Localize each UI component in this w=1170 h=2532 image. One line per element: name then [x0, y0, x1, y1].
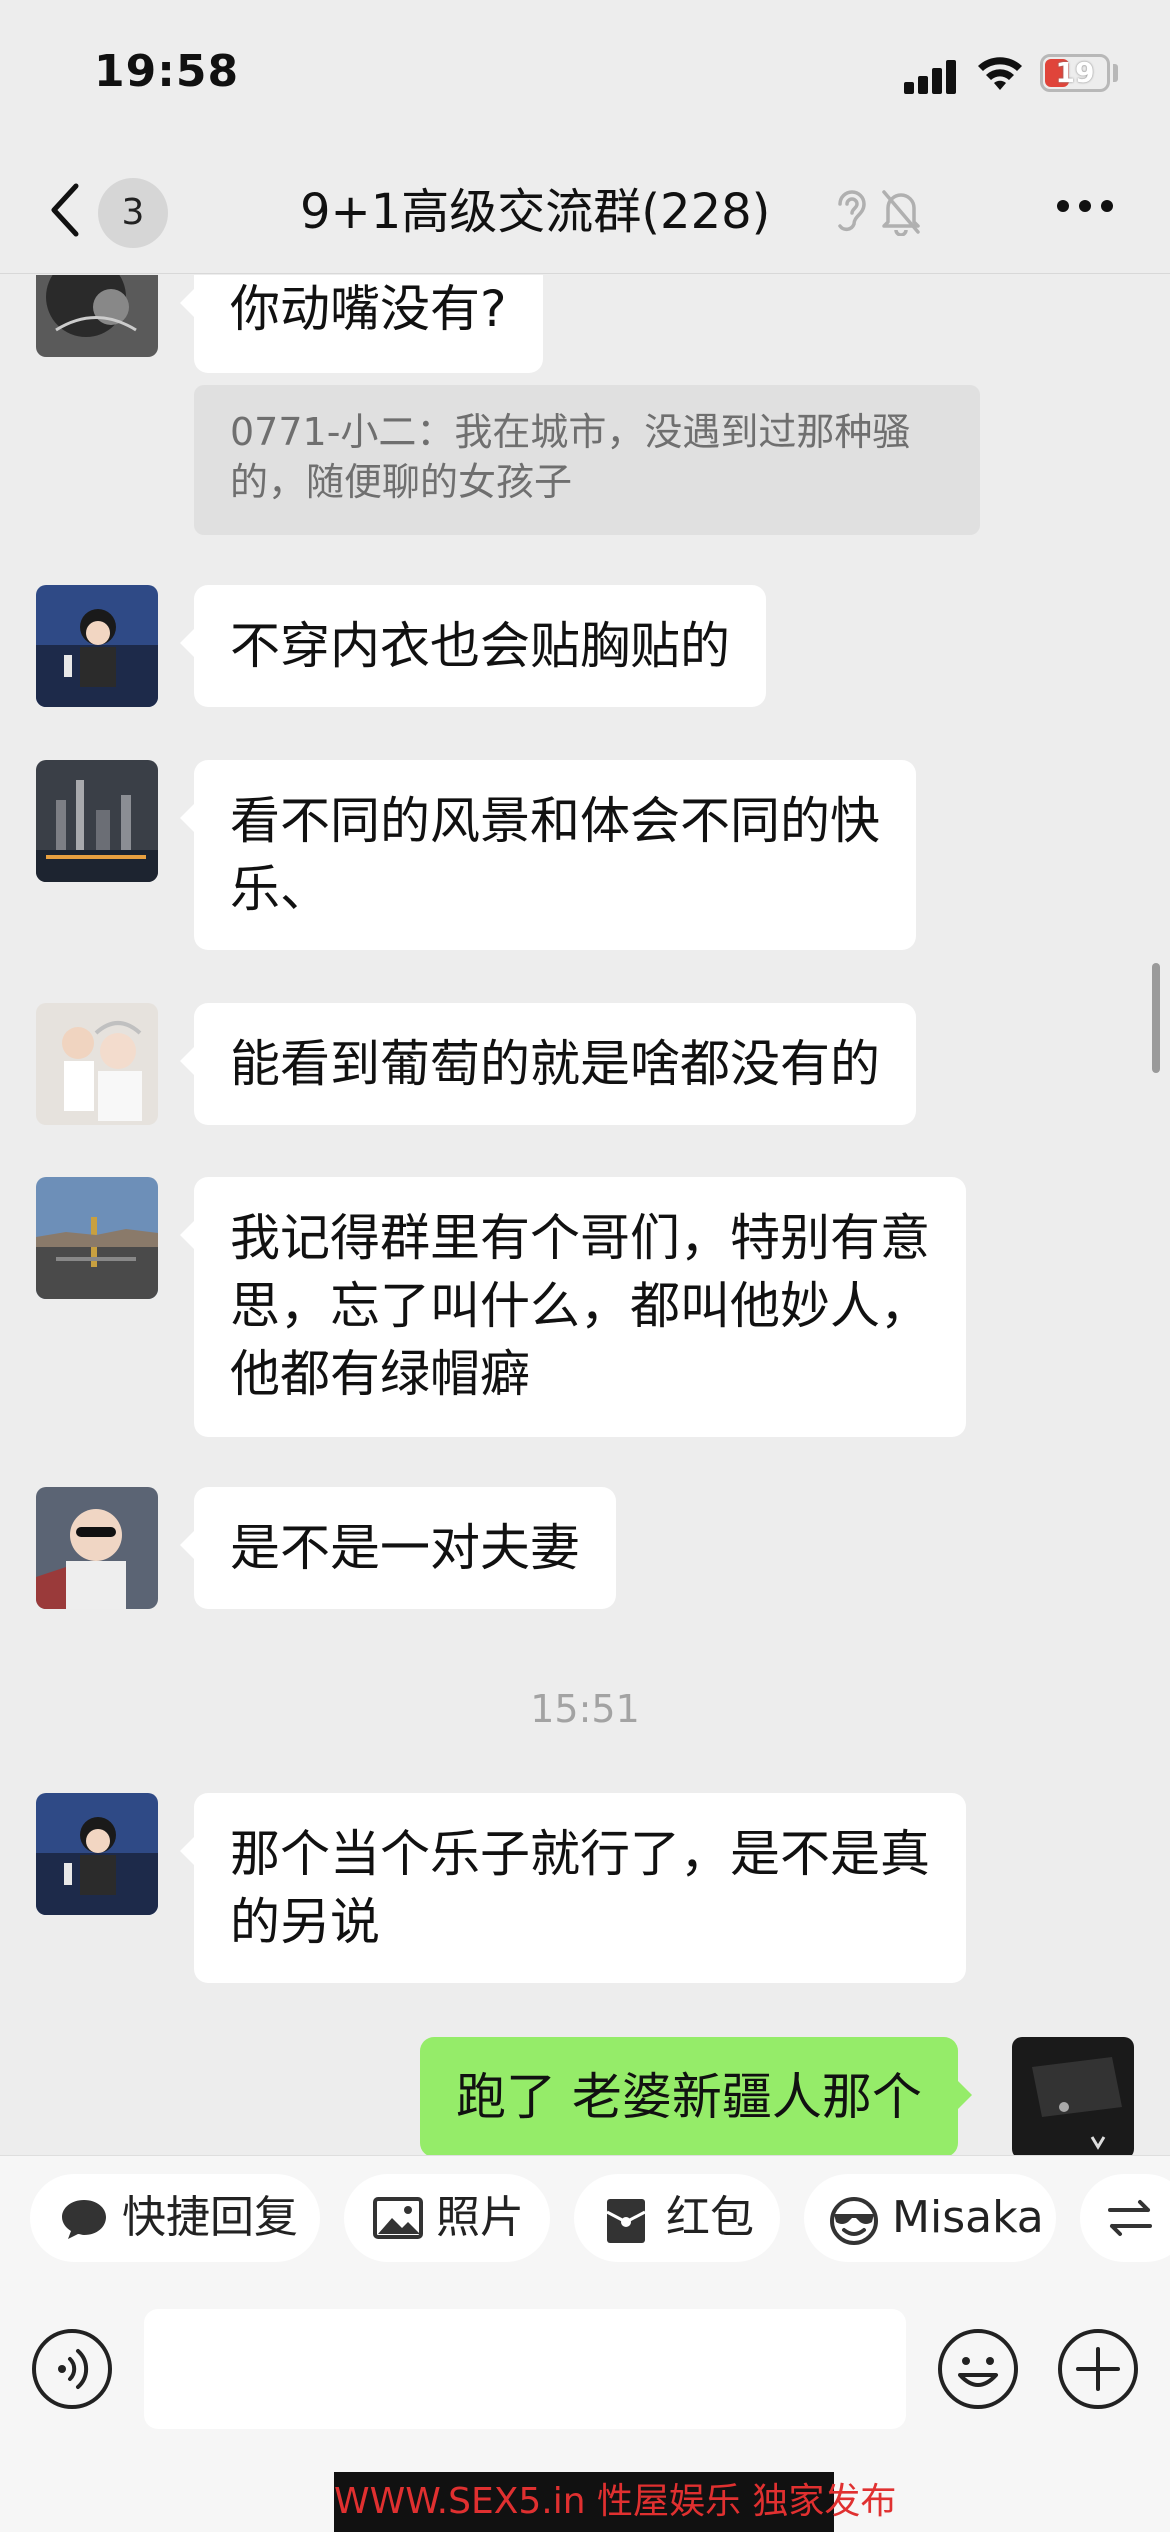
message-bubble[interactable]: 那个当个乐子就行了，是不是真 的另说 — [180, 1793, 966, 1983]
my-avatar[interactable] — [1012, 2037, 1134, 2155]
misaka-label: Misaka — [892, 2192, 1044, 2243]
battery-tip — [1113, 64, 1118, 82]
message-text-line: 他都有绿帽癖 — [230, 1345, 530, 1403]
mute-bell-icon — [882, 190, 920, 236]
photo-icon — [373, 2197, 423, 2239]
quick-reply-button[interactable]: 快捷回复 — [30, 2174, 320, 2262]
photo-button[interactable]: 照片 — [344, 2174, 550, 2262]
message-text: 你动嘴没有? — [230, 280, 507, 338]
avatar[interactable] — [36, 1487, 158, 1609]
back-chevron-icon[interactable] — [46, 180, 86, 240]
plus-icon[interactable] — [1056, 2327, 1140, 2411]
quick-reply-label: 快捷回复 — [122, 2192, 298, 2243]
avatar[interactable] — [36, 760, 158, 882]
battery-percent: 19 — [1055, 56, 1095, 89]
message-text-line: 思，忘了叫什么，都叫他妙人， — [230, 1277, 930, 1335]
ear-icon — [838, 190, 866, 231]
message-text-line: 看不同的风景和体会不同的快 — [230, 792, 880, 850]
emoji-icon[interactable] — [936, 2327, 1020, 2411]
message-bubble[interactable]: 你动嘴没有? — [180, 275, 543, 373]
message-bubble[interactable]: 我记得群里有个哥们，特别有意 思，忘了叫什么，都叫他妙人， 他都有绿帽癖 — [180, 1177, 966, 1437]
quoted-message[interactable]: 0771-小二：我在城市，没遇到过那种骚的，随便聊的女孩子 — [194, 385, 980, 535]
red-packet-label: 红包 — [666, 2192, 754, 2243]
switch-button[interactable] — [1080, 2174, 1170, 2262]
avatar[interactable] — [36, 1793, 158, 1915]
message-input[interactable] — [144, 2309, 906, 2429]
message-text: 能看到葡萄的就是啥都没有的 — [230, 1035, 880, 1093]
cool-face-icon — [830, 2197, 878, 2245]
message-text-line: 乐、 — [230, 860, 330, 918]
red-packet-button[interactable]: 红包 — [574, 2174, 780, 2262]
avatar[interactable] — [36, 585, 158, 707]
quoted-text: 0771-小二：我在城市，没遇到过那种骚的，随便聊的女孩子 — [230, 410, 911, 504]
more-options-icon[interactable] — [1056, 198, 1114, 214]
message-text: 不穿内衣也会贴胸贴的 — [230, 617, 730, 675]
message-bubble[interactable]: 看不同的风景和体会不同的快 乐、 — [180, 760, 916, 950]
message-text-line: 的另说 — [230, 1893, 380, 1951]
chat-area[interactable]: 你动嘴没有? 0771-小二：我在城市，没遇到过那种骚的，随便聊的女孩子 不穿内… — [0, 275, 1170, 2155]
message-text-line: 我记得群里有个哥们，特别有意 — [230, 1209, 930, 1267]
avatar[interactable] — [36, 1003, 158, 1125]
red-packet-icon — [606, 2199, 646, 2243]
scroll-indicator[interactable] — [1152, 963, 1160, 1073]
time-separator: 15:51 — [530, 1687, 640, 1731]
message-bubble[interactable]: 不穿内衣也会贴胸贴的 — [180, 585, 766, 707]
misaka-button[interactable]: Misaka — [804, 2174, 1056, 2262]
photo-label: 照片 — [436, 2192, 524, 2243]
message-bubble[interactable]: 是不是一对夫妻 — [180, 1487, 616, 1609]
message-text: 是不是一对夫妻 — [230, 1519, 580, 1577]
watermark: WWW.SEX5.in 性屋娱乐 独家发布 — [334, 2472, 896, 2532]
quick-action-bar: 快捷回复 照片 红包 Misaka — [0, 2155, 1170, 2277]
unread-count-badge[interactable]: 3 — [98, 178, 168, 248]
swap-arrows-icon — [1108, 2200, 1152, 2236]
chat-title[interactable]: 9+1高级交流群(228) — [300, 174, 860, 250]
status-bar: 19:58 19 — [0, 0, 1170, 150]
battery-icon: 19 — [1040, 54, 1110, 92]
avatar[interactable] — [36, 1177, 158, 1299]
message-text: 跑了 老婆新疆人那个 — [456, 2068, 922, 2126]
cellular-signal-icon — [904, 58, 958, 94]
wifi-icon — [978, 57, 1022, 90]
status-time: 19:58 — [94, 46, 240, 97]
nav-bar: 3 9+1高级交流群(228) — [0, 150, 1170, 274]
voice-input-icon[interactable] — [30, 2327, 114, 2411]
message-text-line: 那个当个乐子就行了，是不是真 — [230, 1825, 930, 1883]
message-bubble[interactable]: 能看到葡萄的就是啥都没有的 — [180, 1003, 916, 1125]
my-message-bubble[interactable]: 跑了 老婆新疆人那个 — [420, 2037, 972, 2155]
avatar[interactable] — [36, 275, 158, 357]
chat-bubble-icon — [62, 2200, 106, 2239]
